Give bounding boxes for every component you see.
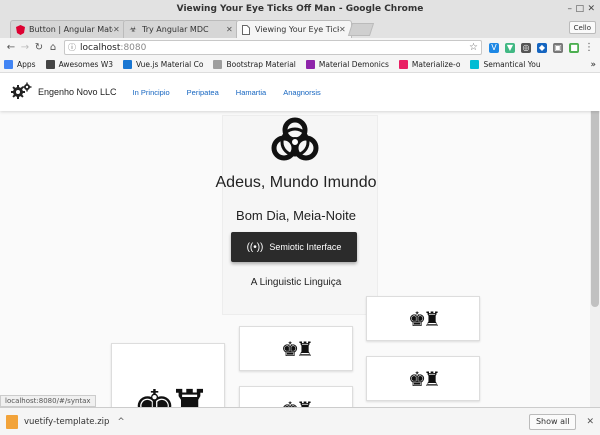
back-icon[interactable]: ← xyxy=(4,42,18,53)
more-bookmarks-icon[interactable]: » xyxy=(590,60,596,70)
hero-title: Adeus, Mundo Imundo xyxy=(215,174,377,191)
page-icon xyxy=(213,60,223,69)
brand-title: Engenho Novo LLC xyxy=(38,87,117,97)
vuetify-extension-icon[interactable]: V xyxy=(489,42,499,53)
bookmark-label: Semantical You xyxy=(483,60,541,69)
profile-badge[interactable]: Cello xyxy=(568,21,596,34)
bookmark-vuejs-material[interactable]: Vue.js Material Co xyxy=(123,60,203,69)
bookmark-star-icon[interactable]: ☆ xyxy=(469,42,478,53)
status-url: localhost:8080/#/syntax xyxy=(0,395,96,407)
materialize-icon xyxy=(398,60,408,69)
bookmark-label: Materialize-o xyxy=(411,60,461,69)
close-tab-icon[interactable]: ✕ xyxy=(226,25,234,34)
material-icon xyxy=(305,60,315,69)
nav-link-anagnorsis[interactable]: Anagnorsis xyxy=(283,88,321,97)
browser-toolbar: ← → ↻ ⌂ ⓘ localhost:8080 ☆ V ▼ ◎ ◆ ▣ ■ ⋮ xyxy=(0,38,600,57)
bookmark-material-demonics[interactable]: Material Demonics xyxy=(305,60,389,69)
chess-pieces-icon: ♚♜ xyxy=(408,366,441,391)
vue-icon xyxy=(123,60,133,69)
forward-icon[interactable]: → xyxy=(18,42,32,53)
close-tab-icon[interactable]: ✕ xyxy=(113,25,121,34)
info-icon[interactable]: ⓘ xyxy=(68,42,76,53)
tab-strip: Button | Angular Mate ✕ ☣ Try Angular MD… xyxy=(0,18,600,38)
show-all-button[interactable]: Show all xyxy=(528,413,577,430)
semantic-ui-icon xyxy=(470,60,480,69)
wifi-tethering-icon: ((•)) xyxy=(246,241,264,253)
extension-icon[interactable]: ◆ xyxy=(537,42,547,53)
extension-icon[interactable]: ▣ xyxy=(553,42,563,53)
page-viewport: Engenho Novo LLC In Principio Peripatea … xyxy=(0,73,600,407)
close-window-icon[interactable]: ✕ xyxy=(587,0,595,18)
minimize-icon[interactable]: – xyxy=(568,0,573,18)
nav-link-hamartia[interactable]: Hamartia xyxy=(236,88,266,97)
address-bar[interactable]: ⓘ localhost:8080 ☆ xyxy=(64,40,482,55)
hero-subtitle: Bom Dia, Meia-Noite xyxy=(236,208,356,223)
bookmark-semantical-you[interactable]: Semantical You xyxy=(470,60,541,69)
vue-devtools-icon[interactable]: ▼ xyxy=(505,42,515,53)
chess-card[interactable]: ♚♜ xyxy=(366,296,480,341)
tab-viewing-eye-ticks[interactable]: Viewing Your Eye Ticks ✕ xyxy=(236,20,352,38)
bookmark-label: Apps xyxy=(17,60,36,69)
bookmark-apps[interactable]: Apps xyxy=(4,60,36,69)
biohazard-icon xyxy=(269,116,321,170)
download-filename[interactable]: vuetify-template.zip xyxy=(24,417,109,427)
close-icon[interactable]: ✕ xyxy=(586,417,594,427)
chess-pieces-icon: ♚♜ xyxy=(281,336,314,361)
window-titlebar: Viewing Your Eye Ticks Off Man - Google … xyxy=(0,0,600,18)
page-icon xyxy=(241,24,251,35)
scrollbar-thumb[interactable] xyxy=(591,87,599,307)
url-port: :8080 xyxy=(120,42,147,53)
gears-icon[interactable] xyxy=(10,82,32,102)
chess-card[interactable]: ♚♜ xyxy=(239,386,353,407)
tab-label: Button | Angular Mate xyxy=(29,25,113,34)
angular-icon xyxy=(15,24,25,35)
nav-link-in-principio[interactable]: In Principio xyxy=(133,88,170,97)
bookmark-awesomes-w3[interactable]: Awesomes W3 xyxy=(45,60,114,69)
bookmark-label: Material Demonics xyxy=(318,60,389,69)
semiotic-interface-button[interactable]: ((•)) Semiotic Interface xyxy=(231,232,357,262)
chess-pieces-icon: ♚♜ xyxy=(408,306,441,331)
new-tab-button[interactable] xyxy=(347,23,375,36)
reload-icon[interactable]: ↻ xyxy=(32,42,46,53)
bookmark-label: Awesomes W3 xyxy=(58,60,114,69)
folder-icon xyxy=(45,60,55,69)
chess-pieces-icon: ♚♜ xyxy=(133,380,211,407)
url-host: localhost xyxy=(80,42,121,53)
app-toolbar: Engenho Novo LLC In Principio Peripatea … xyxy=(0,73,600,111)
bookmark-label: Bootstrap Material xyxy=(226,60,296,69)
chess-pieces-icon: ♚♜ xyxy=(281,397,314,408)
tab-label: Try Angular MDC xyxy=(142,25,209,34)
menu-icon[interactable]: ⋮ xyxy=(582,42,596,53)
chevron-up-icon[interactable]: ^ xyxy=(117,417,124,427)
linguistic-caption: A Linguistic Linguiça xyxy=(250,277,342,288)
bookmark-materialize[interactable]: Materialize-o xyxy=(398,60,461,69)
zip-file-icon xyxy=(6,414,18,429)
close-tab-icon[interactable]: ✕ xyxy=(339,25,347,34)
tab-label: Viewing Your Eye Ticks xyxy=(255,25,339,34)
bookmarks-bar: Apps Awesomes W3 Vue.js Material Co Boot… xyxy=(0,57,600,73)
window-title: Viewing Your Eye Ticks Off Man - Google … xyxy=(176,4,424,14)
extension-icon[interactable]: ◎ xyxy=(521,42,531,53)
chess-card[interactable]: ♚♜ xyxy=(239,326,353,371)
bookmark-label: Vue.js Material Co xyxy=(136,60,204,69)
chess-card-large[interactable]: ♚♜ xyxy=(111,343,225,407)
biohazard-icon: ☣ xyxy=(129,25,137,34)
extension-icon[interactable]: ■ xyxy=(569,42,579,53)
downloads-bar: vuetify-template.zip ^ Show all ✕ xyxy=(0,407,600,435)
tab-button-angular[interactable]: Button | Angular Mate ✕ xyxy=(10,20,126,38)
button-label: Semiotic Interface xyxy=(269,242,342,252)
tab-try-angular-mdc[interactable]: ☣ Try Angular MDC ✕ xyxy=(123,20,239,38)
home-icon[interactable]: ⌂ xyxy=(46,42,60,53)
apps-grid-icon xyxy=(4,60,13,69)
bookmark-bootstrap-material[interactable]: Bootstrap Material xyxy=(213,60,296,69)
page-scrollbar[interactable] xyxy=(590,73,600,407)
chess-card[interactable]: ♚♜ xyxy=(366,356,480,401)
maximize-icon[interactable]: □ xyxy=(575,0,584,18)
nav-link-peripatea[interactable]: Peripatea xyxy=(187,88,219,97)
